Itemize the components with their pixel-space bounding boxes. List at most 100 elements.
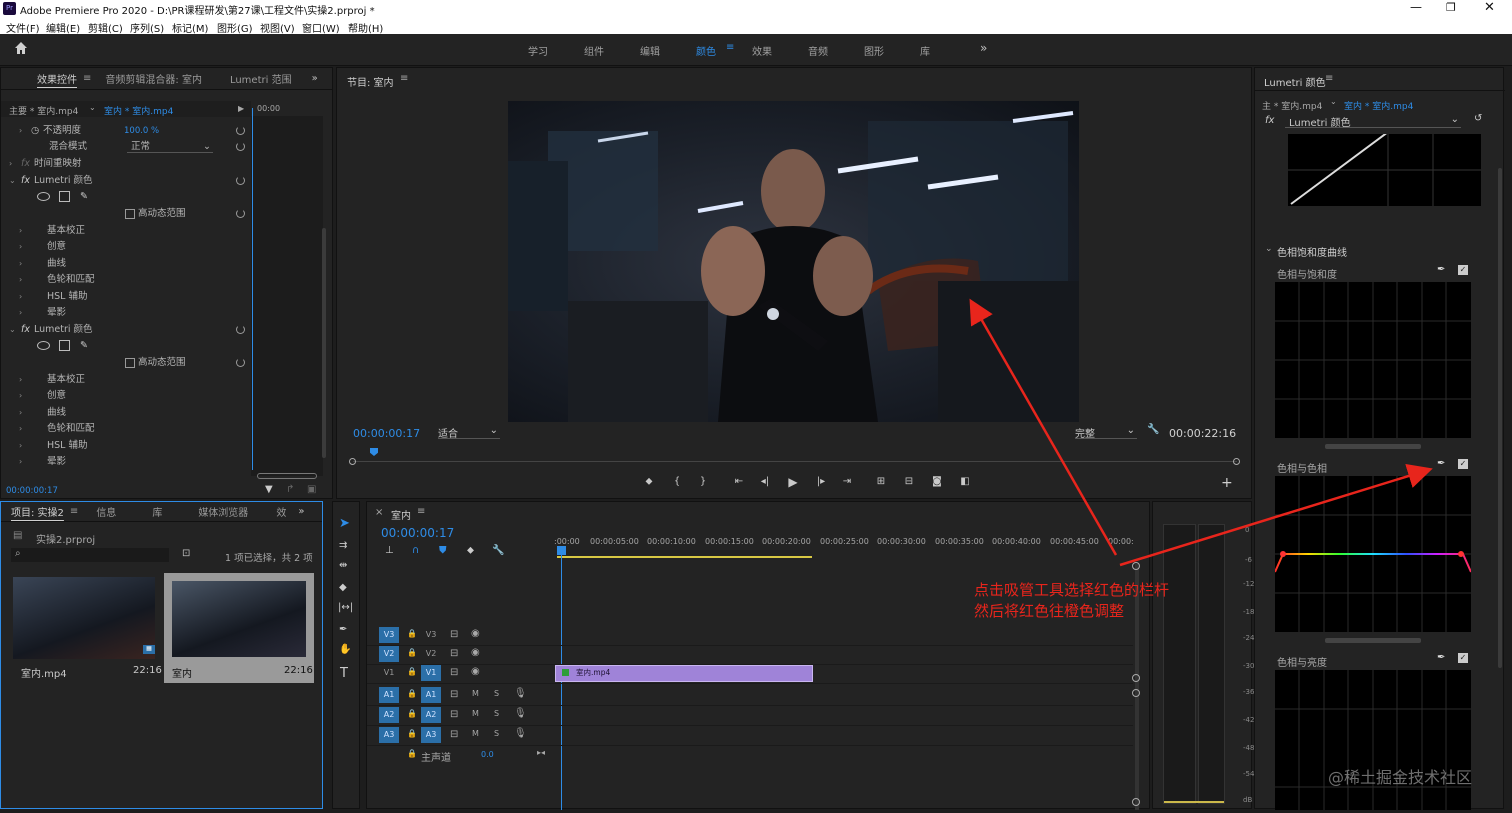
workspace-editing[interactable]: 编辑: [640, 43, 660, 58]
scroll-handle[interactable]: [1132, 689, 1140, 697]
sequence-tab[interactable]: 室内: [391, 507, 411, 522]
reset-icon[interactable]: [236, 325, 245, 334]
scroll-handle[interactable]: [1132, 562, 1140, 570]
lumetri-panel-title[interactable]: Lumetri 颜色: [1264, 74, 1326, 89]
sync-lock-icon[interactable]: ⊟: [450, 629, 458, 640]
reset-icon[interactable]: [236, 176, 245, 185]
tab-effects[interactable]: 效: [266, 504, 296, 519]
fx-icon[interactable]: fx: [21, 175, 30, 186]
time-ruler[interactable]: :00:00 00:00:05:00 00:00:10:00 00:00:15:…: [554, 532, 1135, 558]
reset-icon[interactable]: ↺: [1474, 113, 1482, 124]
scroll-handle[interactable]: [1132, 674, 1140, 682]
export-icon[interactable]: ↱: [286, 484, 294, 495]
solo-button[interactable]: S: [494, 689, 499, 698]
panel-menu-icon[interactable]: ≡: [400, 73, 408, 84]
lock-icon[interactable]: 🔒: [407, 629, 417, 638]
master-track-value[interactable]: 0.0: [481, 750, 494, 759]
workspace-graphics[interactable]: 图形: [864, 43, 884, 58]
eye-icon[interactable]: ◉: [471, 647, 480, 658]
lock-icon[interactable]: 🔒: [407, 667, 417, 676]
pen-mask-icon[interactable]: ✎: [80, 338, 88, 354]
video-clip[interactable]: 室内.mp4: [555, 665, 813, 682]
solo-button[interactable]: S: [494, 709, 499, 718]
step-forward-icon[interactable]: |▸: [815, 476, 827, 488]
add-button-icon[interactable]: +: [1221, 475, 1233, 491]
rectangle-mask-icon[interactable]: [59, 340, 70, 351]
play-triangle-icon[interactable]: ▶: [238, 104, 244, 113]
master-clip-label[interactable]: 主要 * 室内.mp4: [9, 104, 78, 117]
hue-vs-hue-scrollbar[interactable]: [1325, 638, 1421, 643]
reset-icon[interactable]: [236, 358, 245, 367]
microphone-icon[interactable]: 🎙: [514, 728, 527, 739]
lumetri-effect-select[interactable]: Lumetri 颜色 ⌄: [1285, 114, 1461, 129]
menu-help[interactable]: 帮助(H): [348, 20, 383, 35]
solo-button[interactable]: S: [494, 729, 499, 738]
lumetri-master-clip[interactable]: 主 * 室内.mp4: [1262, 99, 1322, 112]
enable-checkbox[interactable]: ✓: [1458, 653, 1468, 663]
workspace-learn[interactable]: 学习: [528, 43, 548, 58]
sync-lock-icon[interactable]: ⊟: [450, 667, 458, 678]
work-area-bar[interactable]: [557, 556, 812, 558]
source-patch-v1[interactable]: V1: [379, 665, 399, 681]
menu-window[interactable]: 窗口(W): [302, 20, 340, 35]
time-remap-label[interactable]: 时间重映射: [34, 158, 82, 169]
menu-edit[interactable]: 编辑(E): [46, 20, 80, 35]
fx-icon[interactable]: fx: [21, 324, 30, 335]
source-patch-a3[interactable]: A3: [379, 727, 399, 743]
chevron-down-icon[interactable]: ⌄: [1265, 244, 1273, 254]
media-item[interactable]: ▦ 室内.mp4 22:16: [9, 573, 162, 685]
hue-vs-sat-scrollbar[interactable]: [1325, 444, 1421, 449]
microphone-icon[interactable]: 🎙: [514, 688, 527, 699]
lock-icon[interactable]: 🔒: [407, 689, 417, 698]
mark-in-icon[interactable]: {: [671, 476, 683, 488]
menu-graphics[interactable]: 图形(G): [217, 20, 253, 35]
panel-menu-icon[interactable]: ≡: [70, 506, 78, 517]
ellipse-mask-icon[interactable]: [37, 192, 50, 201]
quality-select[interactable]: 完整 ⌄: [1075, 425, 1137, 440]
new-bin-icon[interactable]: ⊡: [182, 548, 190, 559]
sequence-item[interactable]: 室内 22:16: [164, 573, 314, 683]
eyedropper-icon[interactable]: ✒: [1437, 264, 1445, 275]
pen-tool-icon[interactable]: ✒: [339, 624, 347, 635]
minimize-button[interactable]: —: [1410, 0, 1422, 14]
step-back-icon[interactable]: ◂|: [759, 476, 771, 488]
effect-controls-timecode[interactable]: 00:00:00:17: [6, 486, 58, 496]
scrub-end-handle[interactable]: [1233, 458, 1240, 465]
program-playhead[interactable]: [370, 448, 378, 456]
hdr-checkbox[interactable]: [125, 209, 135, 219]
selection-tool-icon[interactable]: ➤: [339, 516, 350, 531]
menu-view[interactable]: 视图(V): [260, 20, 295, 35]
mute-button[interactable]: M: [472, 709, 479, 718]
settings-icon[interactable]: ▣: [307, 484, 316, 495]
lock-icon[interactable]: 🔒: [407, 749, 417, 758]
hue-vs-luma-graph[interactable]: [1275, 670, 1471, 810]
rgb-curve-graph[interactable]: [1288, 134, 1481, 206]
scrollbar-vertical[interactable]: [322, 228, 326, 458]
eyedropper-icon[interactable]: ✒: [1437, 458, 1445, 469]
panel-menu-icon[interactable]: ≡: [417, 506, 425, 517]
source-patch-v3[interactable]: V3: [379, 627, 399, 643]
tab-project[interactable]: 项目: 实操2: [1, 504, 74, 519]
program-monitor-title[interactable]: 节目: 室内: [347, 74, 394, 89]
playhead-handle[interactable]: [557, 546, 566, 555]
workspace-color[interactable]: 颜色: [696, 43, 716, 58]
workspace-assembly[interactable]: 组件: [584, 43, 604, 58]
lumetri-effect-label-2[interactable]: Lumetri 颜色: [34, 324, 93, 335]
mini-playhead[interactable]: [252, 108, 253, 470]
linked-selection-icon[interactable]: ⛊: [439, 545, 447, 556]
blend-mode-select[interactable]: 正常 ⌄: [127, 141, 213, 153]
eye-icon[interactable]: ◉: [471, 628, 480, 639]
workspace-libraries[interactable]: 库: [920, 43, 930, 58]
lift-icon[interactable]: ⊞: [875, 476, 887, 488]
opacity-value[interactable]: 100.0 %: [124, 123, 159, 139]
mute-button[interactable]: M: [472, 689, 479, 698]
menu-clip[interactable]: 剪辑(C): [88, 20, 123, 35]
play-icon[interactable]: ▶: [787, 476, 799, 488]
source-patch-a1[interactable]: A1: [379, 687, 399, 703]
eyedropper-icon[interactable]: ✒: [1437, 652, 1445, 663]
maximize-button[interactable]: ❐: [1446, 1, 1456, 14]
type-tool-icon[interactable]: T: [340, 666, 348, 681]
scrub-start-handle[interactable]: [349, 458, 356, 465]
eye-icon[interactable]: ◉: [471, 666, 480, 677]
panel-menu-icon[interactable]: ≡: [1325, 73, 1333, 84]
